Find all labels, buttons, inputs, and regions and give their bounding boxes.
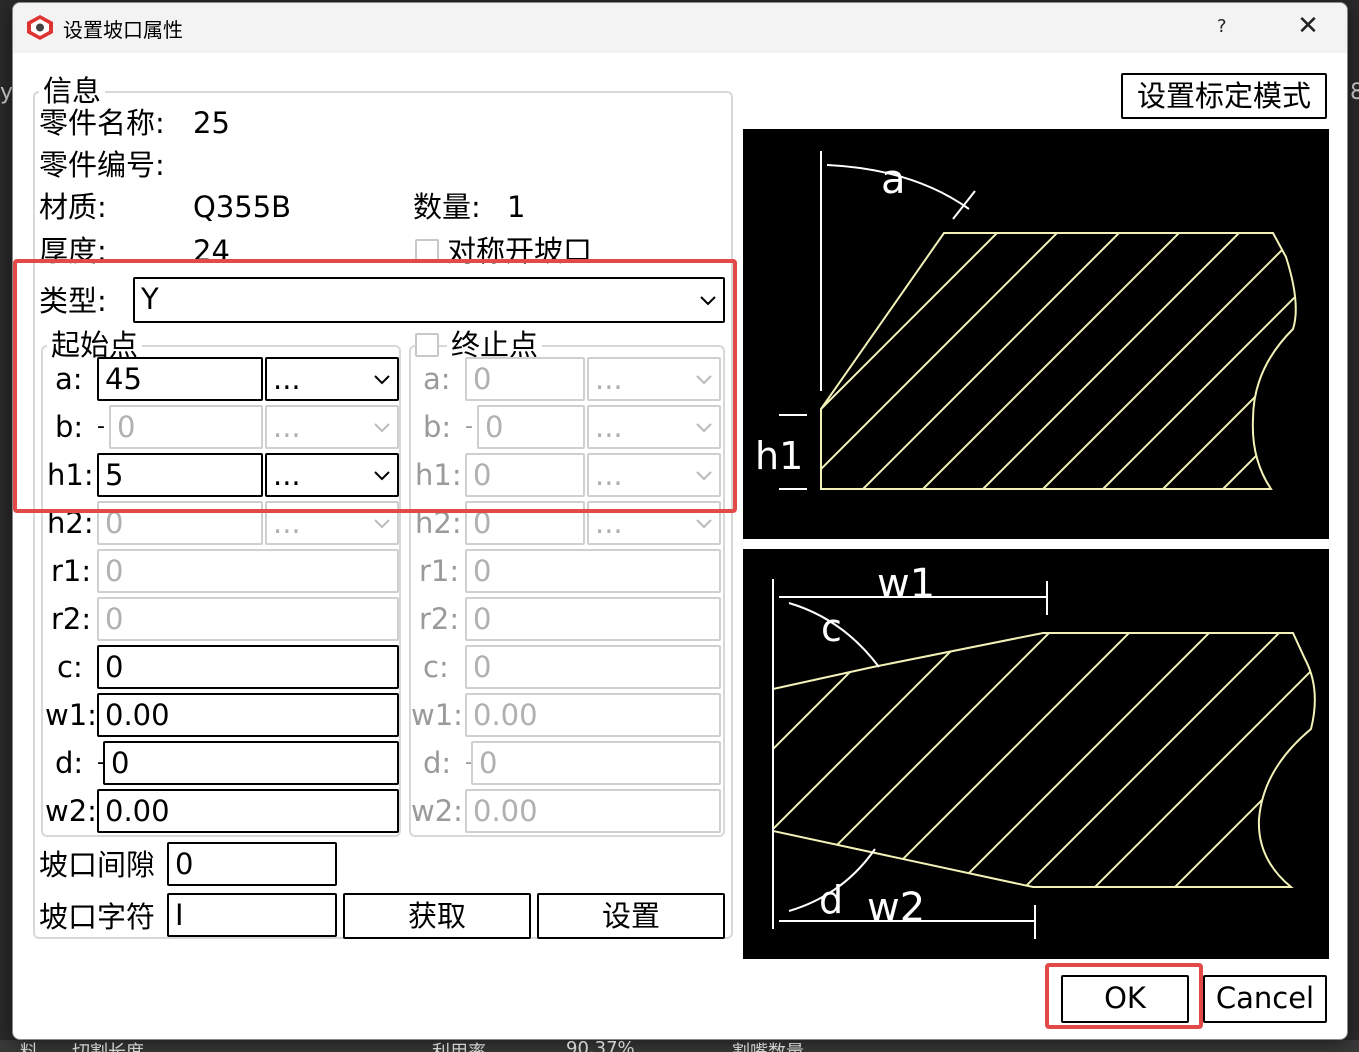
close-button[interactable]: ✕: [1293, 11, 1323, 41]
bevel-properties-dialog: 设置坡口属性 ? ✕ 信息 零件名称: 25 零件编号: 材质: Q355B 数…: [12, 2, 1348, 1040]
start-r2-input[interactable]: 0: [97, 597, 399, 641]
app-logo-icon: [27, 15, 53, 40]
width-w1-label: w1: [877, 561, 935, 607]
end-d-label: d:: [423, 746, 452, 780]
background-text-right: 8: [1350, 80, 1359, 105]
gap-input[interactable]: 0: [167, 842, 337, 886]
gap-label: 坡口间隙: [39, 848, 156, 882]
bevel-diagram-top-drawing: a h1: [755, 151, 1297, 490]
start-r2-label: r2:: [51, 602, 92, 636]
angle-c-label: c: [821, 606, 842, 650]
start-r1-input[interactable]: 0: [97, 549, 399, 593]
end-w2-input[interactable]: 0.00: [465, 789, 721, 833]
quantity-value: 1: [507, 190, 526, 224]
bevel-diagram-top: a h1: [743, 129, 1329, 539]
background-bottom-text-1: 料: [20, 1038, 38, 1052]
end-w2-label: w2:: [411, 794, 463, 828]
highlight-frame-ok: [1045, 963, 1203, 1029]
background-bottom-text-4: 90.37%: [566, 1038, 635, 1052]
part-no-label: 零件编号:: [39, 148, 165, 182]
highlight-frame-type: [13, 259, 737, 513]
background-app-strip: [0, 1040, 1359, 1052]
info-group-title: 信息: [39, 75, 106, 107]
quantity-label: 数量:: [413, 190, 481, 224]
start-w2-label: w2:: [45, 794, 97, 828]
help-button[interactable]: ?: [1217, 16, 1227, 37]
start-c-label: c:: [57, 650, 83, 684]
part-name-label: 零件名称:: [39, 106, 165, 140]
bevel-diagram-bottom: w1 c d w2: [743, 549, 1329, 959]
material-value: Q355B: [193, 190, 292, 224]
background-bottom-text-2: 切割长度: [72, 1038, 144, 1052]
calibration-mode-button[interactable]: 设置标定模式: [1121, 73, 1327, 119]
angle-a-label: a: [881, 157, 906, 203]
start-d-input[interactable]: 0: [103, 741, 399, 785]
start-d-label: d:: [55, 746, 84, 780]
bevel-char-input[interactable]: I: [167, 893, 337, 937]
end-r1-label: r1:: [419, 554, 460, 588]
height-h1-label: h1: [755, 434, 803, 478]
background-bottom-text-5: 割嘴数量: [732, 1038, 804, 1052]
start-w2-input[interactable]: 0.00: [97, 789, 399, 833]
end-r1-input[interactable]: 0: [465, 549, 721, 593]
part-name-value: 25: [193, 106, 230, 140]
end-r2-label: r2:: [419, 602, 460, 636]
angle-d-label: d: [819, 878, 843, 922]
bevel-diagram-bottom-drawing: w1 c d w2: [772, 561, 1316, 939]
chevron-down-icon: [374, 519, 390, 529]
bevel-char-label: 坡口字符: [39, 900, 156, 934]
start-w1-label: w1:: [45, 698, 97, 732]
set-button[interactable]: 设置: [537, 893, 725, 939]
end-w1-input[interactable]: 0.00: [465, 693, 721, 737]
start-r1-label: r1:: [51, 554, 92, 588]
end-w1-label: w1:: [411, 698, 463, 732]
dialog-title: 设置坡口属性: [63, 18, 183, 42]
end-c-label: c:: [423, 650, 449, 684]
material-label: 材质:: [39, 190, 107, 224]
end-d-input[interactable]: 0: [471, 741, 721, 785]
end-r2-input[interactable]: 0: [465, 597, 721, 641]
start-c-input[interactable]: 0: [97, 645, 399, 689]
background-bottom-text-3: 利用率: [432, 1038, 486, 1052]
fetch-button[interactable]: 获取: [343, 893, 531, 939]
cancel-button[interactable]: Cancel: [1203, 975, 1327, 1023]
width-w2-label: w2: [867, 885, 925, 931]
start-w1-input[interactable]: 0.00: [97, 693, 399, 737]
title-bar[interactable]: 设置坡口属性 ? ✕: [13, 3, 1347, 53]
end-c-input[interactable]: 0: [465, 645, 721, 689]
chevron-down-icon: [696, 519, 712, 529]
